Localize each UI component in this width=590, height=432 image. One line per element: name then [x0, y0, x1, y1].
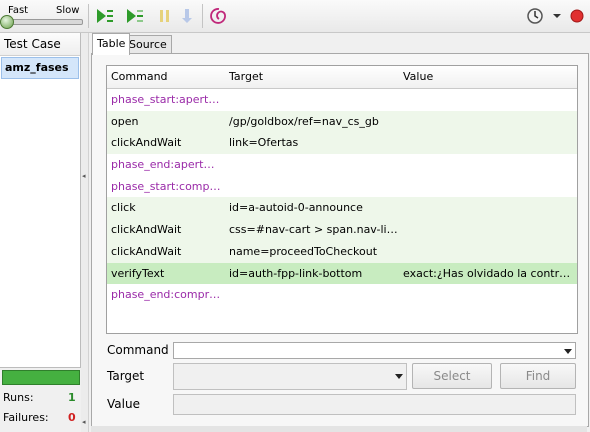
- column-header-command[interactable]: Command: [111, 66, 221, 88]
- test-case-item[interactable]: amz_fases: [1, 57, 79, 79]
- tab-source[interactable]: Source: [124, 35, 172, 54]
- speed-slow-label: Slow: [56, 5, 80, 16]
- cell-value: exact:¿Has olvidado la contrase...: [403, 266, 573, 280]
- splitter-grip-icon: ◂: [82, 172, 86, 180]
- table-row[interactable]: click id=a-autoid-0-announce: [107, 197, 577, 220]
- play-all-icon[interactable]: [94, 6, 116, 26]
- value-field[interactable]: [173, 394, 576, 415]
- target-label: Target: [107, 369, 145, 383]
- table-row[interactable]: clickAndWait css=#nav-cart > span.nav-lin…: [107, 219, 577, 241]
- run-progress-bar: [2, 370, 80, 385]
- cell-command: phase_start:apertura_web: [111, 93, 221, 106]
- toolbar-separator: [88, 4, 89, 28]
- target-field[interactable]: [173, 363, 407, 390]
- table-row[interactable]: phase_end:compra_articulo: [107, 284, 577, 306]
- speed-slider-track[interactable]: [5, 19, 83, 25]
- cell-command: click: [111, 201, 136, 215]
- tab-table[interactable]: Table: [92, 33, 131, 55]
- command-table: Command Target Value phase_start:apertur…: [106, 65, 578, 334]
- cell-command: clickAndWait: [111, 223, 182, 237]
- test-case-panel: Test Case amz_fases: [0, 33, 81, 368]
- test-case-header: Test Case: [0, 33, 80, 56]
- cell-target: link=Ofertas: [229, 136, 299, 150]
- table-row[interactable]: clickAndWait name=proceedToCheckout: [107, 240, 577, 263]
- column-header-value[interactable]: Value: [403, 66, 573, 88]
- cell-target: id=auth-fpp-link-bottom: [229, 266, 363, 280]
- chevron-down-icon[interactable]: [395, 374, 403, 379]
- cell-command: open: [111, 114, 139, 128]
- failures-count: 0: [68, 411, 76, 424]
- cell-command: phase_start:compra_articulo: [111, 179, 221, 193]
- toolbar-separator: [202, 4, 203, 28]
- table-view: Command Target Value phase_start:apertur…: [91, 53, 589, 427]
- rollup-icon[interactable]: [208, 6, 230, 26]
- table-header: Command Target Value: [107, 66, 577, 89]
- play-current-icon[interactable]: [124, 6, 146, 26]
- dropdown-arrow-icon[interactable]: [546, 6, 568, 26]
- table-body: phase_start:apertura_webopen/gp/goldbox/…: [107, 89, 577, 306]
- cell-command: clickAndWait: [111, 244, 182, 258]
- command-label: Command: [107, 343, 169, 357]
- cell-target: css=#nav-cart > span.nav-line-2: [229, 223, 399, 237]
- clock-icon[interactable]: [524, 6, 546, 26]
- speed-slider-thumb[interactable]: [0, 15, 14, 29]
- cell-command: verifyText: [111, 266, 165, 280]
- cell-target: name=proceedToCheckout: [229, 244, 378, 258]
- status-strip: [91, 426, 587, 432]
- cell-command: phase_end:compra_articulo: [111, 288, 221, 302]
- cell-command: clickAndWait: [111, 136, 182, 150]
- table-row[interactable]: verifyText id=auth-fpp-link-bottom exact:¿…: [107, 262, 577, 285]
- table-row[interactable]: phase_end:apertura_web: [107, 154, 577, 176]
- runs-count: 1: [68, 391, 76, 404]
- cell-target: /gp/goldbox/ref=nav_cs_gb: [229, 114, 379, 128]
- chevron-down-icon[interactable]: [564, 349, 572, 354]
- cell-target: id=a-autoid-0-announce: [229, 201, 363, 215]
- table-row[interactable]: open/gp/goldbox/ref=nav_cs_gb: [107, 110, 577, 133]
- step-icon[interactable]: [177, 6, 199, 26]
- splitter-grip-icon: ◂: [82, 418, 86, 426]
- column-header-target[interactable]: Target: [229, 66, 399, 88]
- table-row[interactable]: phase_start:apertura_web: [107, 89, 577, 111]
- toolbar: Fast Slow: [0, 0, 590, 33]
- cell-command: phase_end:apertura_web: [111, 158, 221, 172]
- pause-icon[interactable]: [154, 6, 176, 26]
- value-label: Value: [107, 397, 140, 411]
- find-button[interactable]: Find: [500, 363, 576, 389]
- table-row[interactable]: clickAndWait link=Ofertas: [107, 132, 577, 155]
- failures-label: Failures:: [3, 411, 49, 424]
- table-row[interactable]: phase_start:compra_articulo: [107, 175, 577, 198]
- runs-label: Runs:: [3, 391, 34, 404]
- command-field[interactable]: [173, 342, 576, 359]
- select-button[interactable]: Select: [412, 363, 492, 389]
- record-icon[interactable]: [566, 6, 588, 26]
- speed-fast-label: Fast: [8, 5, 29, 16]
- panel-splitter[interactable]: ◂ ◂: [81, 33, 89, 432]
